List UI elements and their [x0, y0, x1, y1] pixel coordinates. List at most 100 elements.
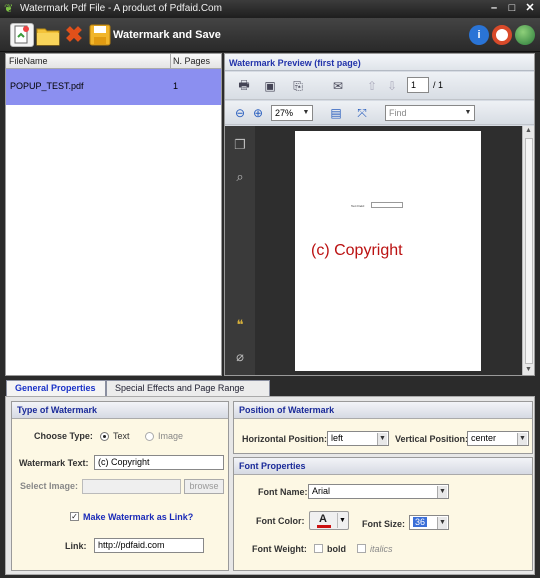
preview-toolbar-zoom: ⊖ ⊕ 27% ▼ ▤ ⤧ Find ▼ [225, 101, 534, 125]
chevron-down-icon: ▼ [437, 517, 447, 529]
zoom-out-icon[interactable]: ⊖ [231, 104, 249, 122]
find-input[interactable]: Find ▼ [385, 105, 475, 121]
watermark-text-input[interactable]: (c) Copyright [94, 455, 224, 470]
chevron-down-icon: ▼ [437, 486, 447, 498]
type-of-watermark-title: Type of Watermark [12, 402, 228, 419]
file-pages-cell: 1 [173, 81, 179, 91]
font-size-label: Font Size: [362, 519, 405, 529]
tab-general-properties[interactable]: General Properties [6, 380, 106, 397]
scroll-down-icon[interactable]: ▼ [525, 366, 532, 373]
font-color-picker[interactable]: A ▼ [309, 511, 349, 530]
radio-text-label[interactable]: Text [113, 431, 130, 441]
close-window-button[interactable]: ✕ [522, 1, 538, 16]
help-lifebuoy-icon[interactable] [492, 25, 512, 45]
fit-page-icon[interactable]: ▤ [327, 104, 345, 122]
file-row[interactable]: POPUP_TEST.pdf 1 [6, 69, 221, 105]
export-icon[interactable]: ⎘ [289, 77, 307, 95]
next-page-icon[interactable]: ⇩ [383, 77, 401, 95]
font-size-value: 36 [413, 517, 428, 527]
make-link-label[interactable]: Make Watermark as Link? [83, 512, 193, 522]
bold-label[interactable]: bold [327, 544, 346, 554]
globe-icon[interactable] [515, 25, 535, 45]
save-copy-icon[interactable]: ▣ [261, 77, 279, 95]
font-name-label: Font Name: [258, 487, 308, 497]
title-bar: ❦ Watermark Pdf File - A product of Pdfa… [0, 0, 540, 18]
fit-width-icon[interactable]: ⤧ [353, 104, 371, 122]
file-name-cell: POPUP_TEST.pdf [10, 81, 84, 91]
preview-title-bar: Watermark Preview (first page) [225, 54, 534, 71]
tab-special-effects[interactable]: Special Effects and Page Range [106, 380, 270, 397]
chevron-down-icon: ▼ [517, 433, 527, 445]
previous-page-icon[interactable]: ⇧ [363, 77, 381, 95]
font-properties-title: Font Properties [234, 458, 532, 475]
browse-button[interactable]: browse [184, 479, 224, 494]
file-list: FileName N. Pages POPUP_TEST.pdf 1 [5, 53, 222, 376]
font-weight-label: Font Weight: [252, 544, 307, 554]
font-color-label: Font Color: [256, 516, 305, 526]
watermark-preview-panel: Watermark Preview (first page) 🖶 ▣ ⎘ ✉ ⇧… [224, 53, 535, 376]
vertical-position-value: center [471, 433, 497, 443]
select-image-label: Select Image: [20, 481, 79, 491]
font-properties-group: Font Properties Font Name: Arial ▼ Font … [233, 457, 533, 571]
horizontal-position-label: Horizontal Position: [242, 434, 327, 444]
app-logo-icon: ❦ [4, 3, 14, 15]
type-of-watermark-group: Type of Watermark Choose Type: Text Imag… [11, 401, 229, 571]
italics-label[interactable]: italics [370, 544, 393, 554]
chevron-down-icon: ▼ [377, 433, 387, 445]
scroll-up-icon[interactable]: ▲ [525, 127, 532, 134]
add-file-icon[interactable] [10, 23, 34, 47]
preview-scrollbar[interactable]: ▲ ▼ [522, 126, 534, 375]
preview-title: Watermark Preview (first page) [229, 58, 361, 68]
vertical-position-label: Vertical Position: [395, 434, 469, 444]
comments-icon[interactable]: ❝ [231, 316, 249, 334]
zoom-value: 27% [275, 108, 294, 118]
column-pages[interactable]: N. Pages [173, 56, 210, 66]
toolbar-heading: Watermark and Save [113, 29, 221, 41]
font-name-value: Arial [312, 486, 331, 496]
font-name-select[interactable]: Arial ▼ [308, 484, 449, 499]
minimize-button[interactable]: – [486, 1, 502, 16]
delete-icon[interactable]: ✖ [62, 22, 86, 47]
column-divider[interactable] [170, 54, 171, 69]
chevron-down-icon: ▼ [464, 109, 472, 116]
font-color-glyph: A [319, 513, 327, 525]
radio-image-label[interactable]: Image [158, 431, 183, 441]
print-icon[interactable]: 🖶 [235, 77, 253, 95]
font-size-select[interactable]: 36 ▼ [409, 515, 449, 530]
pages-icon[interactable]: ❐ [231, 136, 249, 154]
vertical-position-select[interactable]: center ▼ [467, 431, 529, 446]
scroll-thumb[interactable] [525, 138, 533, 364]
maximize-button[interactable]: □ [504, 1, 520, 16]
select-image-input[interactable] [82, 479, 181, 494]
info-icon[interactable]: i [469, 25, 489, 45]
horizontal-position-value: left [331, 433, 344, 443]
bold-checkbox[interactable] [314, 544, 323, 553]
binoculars-icon[interactable]: ⌕ [231, 168, 249, 186]
zoom-select[interactable]: 27% ▼ [271, 105, 313, 121]
document-view[interactable]: Text Field: (c) Copyright [255, 126, 522, 375]
watermark-preview-text: (c) Copyright [311, 242, 403, 259]
find-placeholder: Find [389, 108, 407, 118]
zoom-in-icon[interactable]: ⊕ [249, 104, 267, 122]
attachment-icon[interactable]: ⌀ [231, 348, 249, 366]
preview-toolbar-top: 🖶 ▣ ⎘ ✉ ⇧ ⇩ 1 / 1 [225, 72, 534, 100]
pdf-page: Text Field: (c) Copyright [295, 131, 481, 371]
open-folder-icon[interactable] [36, 23, 60, 47]
link-input[interactable]: http://pdfaid.com [94, 538, 204, 553]
horizontal-position-select[interactable]: left ▼ [327, 431, 389, 446]
link-label: Link: [65, 541, 87, 551]
position-title: Position of Watermark [234, 402, 532, 419]
watermark-text-label: Watermark Text: [19, 458, 89, 468]
page-number-input[interactable]: 1 [407, 77, 429, 93]
column-filename[interactable]: FileName [9, 56, 48, 66]
radio-image[interactable] [145, 432, 154, 441]
save-icon[interactable] [88, 23, 112, 47]
make-link-checkbox[interactable]: ✓ [70, 512, 79, 521]
page-mini-field [371, 202, 403, 208]
italics-checkbox[interactable] [357, 544, 366, 553]
file-list-header: FileName N. Pages [6, 54, 221, 69]
position-group: Position of Watermark Horizontal Positio… [233, 401, 533, 454]
comment-icon[interactable]: ✉ [329, 77, 347, 95]
radio-text[interactable] [100, 432, 109, 441]
chevron-down-icon: ▼ [337, 513, 347, 528]
